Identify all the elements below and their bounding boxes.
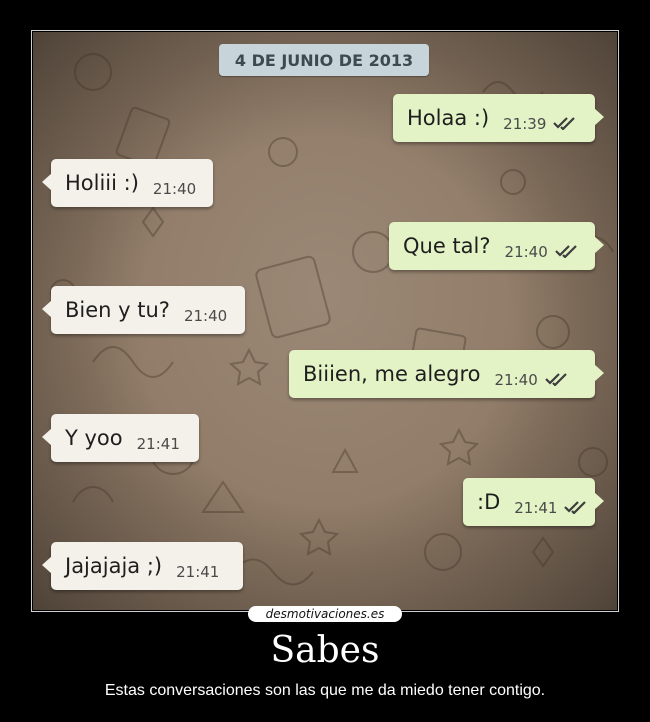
message-bubble-incoming[interactable]: Jajajaja ;) 21:41 [42, 542, 243, 590]
message-text: Biiien, me alegro [303, 362, 481, 386]
message-bubble-outgoing[interactable]: Holaa :) 21:39 [393, 94, 604, 142]
message-time: 21:40 [494, 371, 538, 389]
message-time: 21:41 [514, 499, 558, 517]
date-separator: 4 DE JUNIO DE 2013 [219, 44, 429, 76]
message-text: :D [477, 490, 501, 514]
message-bubble-outgoing[interactable]: Que tal? 21:40 [389, 222, 604, 270]
message-time: 21:40 [183, 307, 228, 325]
message-text: Holiii :) [65, 171, 139, 195]
message-time: 21:41 [176, 563, 220, 581]
poster-title: Sabes [270, 630, 380, 671]
message-time: 21:41 [136, 435, 180, 453]
poster-caption: Estas conversaciones son las que me da m… [104, 682, 546, 699]
site-watermark[interactable]: desmotivaciones.es [248, 606, 402, 622]
double-check-icon [563, 499, 587, 518]
chat-screenshot: 4 DE JUNIO DE 2013 Holaa :) 21:39 Holiii… [33, 32, 617, 610]
message-text: Holaa :) [407, 106, 490, 130]
message-bubble-incoming[interactable]: Y yoo 21:41 [42, 414, 199, 462]
double-check-icon [554, 243, 578, 262]
message-text: Bien y tu? [65, 298, 170, 322]
message-bubble-outgoing[interactable]: Biiien, me alegro 21:40 [289, 350, 604, 398]
message-text: Que tal? [403, 234, 491, 258]
double-check-icon [544, 371, 568, 390]
message-time: 21:40 [504, 243, 548, 261]
message-bubble-incoming[interactable]: Bien y tu? 21:40 [42, 286, 245, 334]
message-bubble-incoming[interactable]: Holiii :) 21:40 [42, 159, 213, 207]
message-bubble-outgoing[interactable]: :D 21:41 [463, 478, 604, 526]
message-text: Y yoo [65, 426, 123, 450]
message-time: 21:39 [503, 115, 547, 133]
poster-frame: 4 DE JUNIO DE 2013 Holaa :) 21:39 Holiii… [31, 30, 619, 612]
message-text: Jajajaja ;) [65, 554, 163, 578]
double-check-icon [552, 115, 576, 134]
message-time: 21:40 [152, 180, 197, 198]
